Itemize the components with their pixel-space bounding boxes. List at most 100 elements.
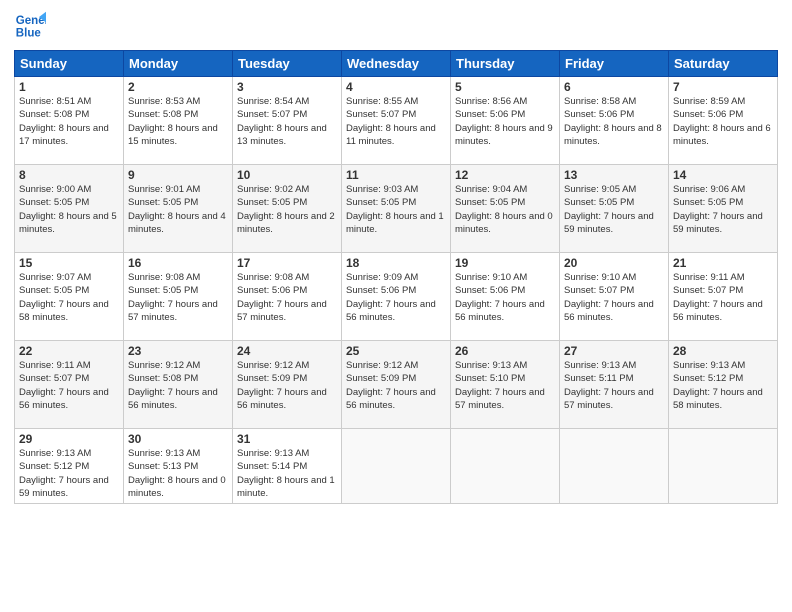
day-number: 26	[455, 344, 555, 358]
day-info: Sunrise: 9:07 AM Sunset: 5:05 PM Dayligh…	[19, 271, 119, 324]
sunset-label: Sunset: 5:06 PM	[673, 109, 743, 120]
day-info: Sunrise: 8:54 AM Sunset: 5:07 PM Dayligh…	[237, 95, 337, 148]
daylight-label: Daylight: 7 hours and 56 minutes.	[237, 387, 327, 411]
daylight-label: Daylight: 8 hours and 9 minutes.	[455, 123, 553, 147]
sunset-label: Sunset: 5:05 PM	[19, 285, 89, 296]
day-info: Sunrise: 9:04 AM Sunset: 5:05 PM Dayligh…	[455, 183, 555, 236]
calendar-cell: 19 Sunrise: 9:10 AM Sunset: 5:06 PM Dayl…	[451, 253, 560, 341]
day-info: Sunrise: 8:59 AM Sunset: 5:06 PM Dayligh…	[673, 95, 773, 148]
calendar-cell: 11 Sunrise: 9:03 AM Sunset: 5:05 PM Dayl…	[342, 165, 451, 253]
daylight-label: Daylight: 7 hours and 58 minutes.	[673, 387, 763, 411]
sunrise-label: Sunrise: 8:55 AM	[346, 96, 418, 107]
daylight-label: Daylight: 7 hours and 57 minutes.	[237, 299, 327, 323]
day-info: Sunrise: 8:53 AM Sunset: 5:08 PM Dayligh…	[128, 95, 228, 148]
calendar-cell: 29 Sunrise: 9:13 AM Sunset: 5:12 PM Dayl…	[15, 429, 124, 504]
day-number: 17	[237, 256, 337, 270]
daylight-label: Daylight: 7 hours and 56 minutes.	[673, 299, 763, 323]
daylight-label: Daylight: 7 hours and 57 minutes.	[455, 387, 545, 411]
sunrise-label: Sunrise: 9:01 AM	[128, 184, 200, 195]
day-info: Sunrise: 9:12 AM Sunset: 5:08 PM Dayligh…	[128, 359, 228, 412]
daylight-label: Daylight: 8 hours and 1 minute.	[237, 475, 335, 499]
calendar-cell: 1 Sunrise: 8:51 AM Sunset: 5:08 PM Dayli…	[15, 77, 124, 165]
sunset-label: Sunset: 5:08 PM	[128, 373, 198, 384]
day-info: Sunrise: 9:08 AM Sunset: 5:05 PM Dayligh…	[128, 271, 228, 324]
sunrise-label: Sunrise: 8:59 AM	[673, 96, 745, 107]
day-number: 19	[455, 256, 555, 270]
sunrise-label: Sunrise: 9:03 AM	[346, 184, 418, 195]
day-number: 7	[673, 80, 773, 94]
sunrise-label: Sunrise: 9:11 AM	[673, 272, 745, 283]
calendar-cell: 2 Sunrise: 8:53 AM Sunset: 5:08 PM Dayli…	[124, 77, 233, 165]
calendar-cell	[342, 429, 451, 504]
calendar-cell	[669, 429, 778, 504]
sunset-label: Sunset: 5:12 PM	[673, 373, 743, 384]
sunrise-label: Sunrise: 9:10 AM	[564, 272, 636, 283]
day-number: 28	[673, 344, 773, 358]
calendar-cell: 20 Sunrise: 9:10 AM Sunset: 5:07 PM Dayl…	[560, 253, 669, 341]
calendar-cell: 6 Sunrise: 8:58 AM Sunset: 5:06 PM Dayli…	[560, 77, 669, 165]
col-header-friday: Friday	[560, 51, 669, 77]
day-number: 4	[346, 80, 446, 94]
daylight-label: Daylight: 7 hours and 56 minutes.	[346, 387, 436, 411]
sunset-label: Sunset: 5:14 PM	[237, 461, 307, 472]
day-number: 20	[564, 256, 664, 270]
day-info: Sunrise: 9:11 AM Sunset: 5:07 PM Dayligh…	[19, 359, 119, 412]
calendar-cell: 21 Sunrise: 9:11 AM Sunset: 5:07 PM Dayl…	[669, 253, 778, 341]
day-info: Sunrise: 9:06 AM Sunset: 5:05 PM Dayligh…	[673, 183, 773, 236]
sunset-label: Sunset: 5:05 PM	[128, 285, 198, 296]
daylight-label: Daylight: 8 hours and 4 minutes.	[128, 211, 226, 235]
day-number: 2	[128, 80, 228, 94]
sunset-label: Sunset: 5:06 PM	[237, 285, 307, 296]
sunrise-label: Sunrise: 8:56 AM	[455, 96, 527, 107]
daylight-label: Daylight: 7 hours and 59 minutes.	[19, 475, 109, 499]
calendar-cell: 7 Sunrise: 8:59 AM Sunset: 5:06 PM Dayli…	[669, 77, 778, 165]
calendar-cell: 30 Sunrise: 9:13 AM Sunset: 5:13 PM Dayl…	[124, 429, 233, 504]
daylight-label: Daylight: 8 hours and 6 minutes.	[673, 123, 771, 147]
calendar-cell: 9 Sunrise: 9:01 AM Sunset: 5:05 PM Dayli…	[124, 165, 233, 253]
daylight-label: Daylight: 7 hours and 59 minutes.	[673, 211, 763, 235]
sunrise-label: Sunrise: 9:13 AM	[128, 448, 200, 459]
daylight-label: Daylight: 8 hours and 15 minutes.	[128, 123, 218, 147]
header: General Blue	[14, 10, 778, 42]
day-number: 13	[564, 168, 664, 182]
daylight-label: Daylight: 7 hours and 56 minutes.	[564, 299, 654, 323]
day-number: 31	[237, 432, 337, 446]
sunset-label: Sunset: 5:05 PM	[19, 197, 89, 208]
sunset-label: Sunset: 5:05 PM	[346, 197, 416, 208]
daylight-label: Daylight: 8 hours and 0 minutes.	[128, 475, 226, 499]
sunrise-label: Sunrise: 9:12 AM	[237, 360, 309, 371]
calendar-cell: 15 Sunrise: 9:07 AM Sunset: 5:05 PM Dayl…	[15, 253, 124, 341]
sunset-label: Sunset: 5:13 PM	[128, 461, 198, 472]
day-info: Sunrise: 9:13 AM Sunset: 5:10 PM Dayligh…	[455, 359, 555, 412]
day-number: 21	[673, 256, 773, 270]
sunset-label: Sunset: 5:08 PM	[128, 109, 198, 120]
sunset-label: Sunset: 5:11 PM	[564, 373, 634, 384]
day-info: Sunrise: 9:09 AM Sunset: 5:06 PM Dayligh…	[346, 271, 446, 324]
day-info: Sunrise: 9:13 AM Sunset: 5:12 PM Dayligh…	[673, 359, 773, 412]
day-info: Sunrise: 9:13 AM Sunset: 5:13 PM Dayligh…	[128, 447, 228, 500]
sunset-label: Sunset: 5:09 PM	[237, 373, 307, 384]
sunset-label: Sunset: 5:10 PM	[455, 373, 525, 384]
sunset-label: Sunset: 5:07 PM	[564, 285, 634, 296]
daylight-label: Daylight: 8 hours and 1 minute.	[346, 211, 444, 235]
calendar-cell: 8 Sunrise: 9:00 AM Sunset: 5:05 PM Dayli…	[15, 165, 124, 253]
sunrise-label: Sunrise: 8:51 AM	[19, 96, 91, 107]
day-number: 3	[237, 80, 337, 94]
day-number: 1	[19, 80, 119, 94]
sunset-label: Sunset: 5:07 PM	[19, 373, 89, 384]
day-number: 9	[128, 168, 228, 182]
sunset-label: Sunset: 5:05 PM	[128, 197, 198, 208]
day-info: Sunrise: 9:13 AM Sunset: 5:14 PM Dayligh…	[237, 447, 337, 500]
daylight-label: Daylight: 7 hours and 56 minutes.	[346, 299, 436, 323]
svg-text:Blue: Blue	[16, 28, 42, 40]
col-header-sunday: Sunday	[15, 51, 124, 77]
day-info: Sunrise: 9:10 AM Sunset: 5:06 PM Dayligh…	[455, 271, 555, 324]
logo-icon: General Blue	[14, 10, 46, 42]
sunset-label: Sunset: 5:07 PM	[237, 109, 307, 120]
calendar-cell: 28 Sunrise: 9:13 AM Sunset: 5:12 PM Dayl…	[669, 341, 778, 429]
day-number: 29	[19, 432, 119, 446]
day-number: 30	[128, 432, 228, 446]
sunset-label: Sunset: 5:06 PM	[346, 285, 416, 296]
day-info: Sunrise: 9:12 AM Sunset: 5:09 PM Dayligh…	[346, 359, 446, 412]
sunset-label: Sunset: 5:05 PM	[455, 197, 525, 208]
